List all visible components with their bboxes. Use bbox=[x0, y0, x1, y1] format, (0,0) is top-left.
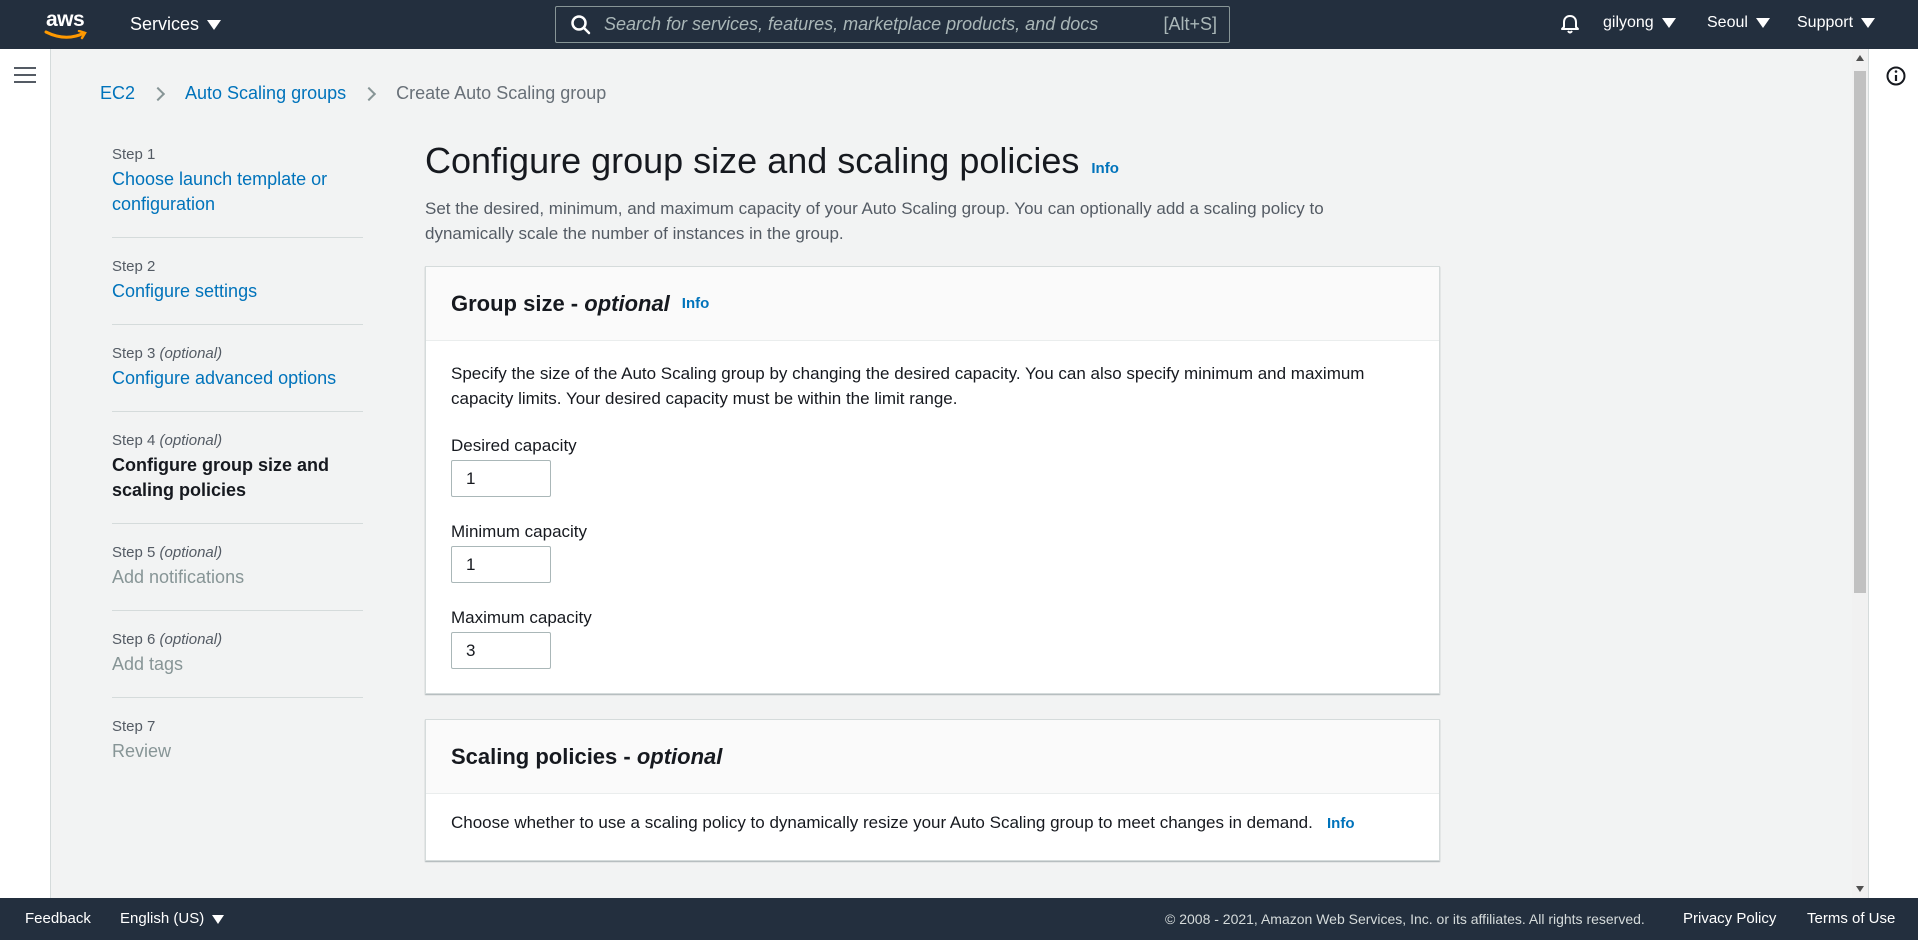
caret-down-icon bbox=[1661, 18, 1676, 28]
step-title-disabled: Review bbox=[112, 741, 172, 761]
step-number: Step 3 bbox=[112, 345, 156, 362]
user-name: gilyong bbox=[1603, 14, 1654, 31]
footer: Feedback English (US) © 2008 - 2021, Ama… bbox=[0, 898, 1918, 940]
group-size-description: Specify the size of the Auto Scaling gro… bbox=[451, 364, 1365, 408]
maximum-capacity-input[interactable] bbox=[451, 632, 551, 669]
group-size-heading: Group size - optional bbox=[451, 290, 670, 316]
step-title-active: Configure group size and scaling policie… bbox=[112, 455, 330, 500]
chevron-right-icon bbox=[362, 86, 377, 101]
language-selector[interactable]: English (US) bbox=[120, 910, 225, 927]
terms-of-use-link[interactable]: Terms of Use bbox=[1807, 910, 1895, 927]
wizard-step-7: Step 7 Review bbox=[112, 718, 363, 784]
scroll-up-icon[interactable] bbox=[1856, 55, 1864, 61]
step-optional: (optional) bbox=[159, 544, 223, 561]
scroll-down-icon[interactable] bbox=[1856, 886, 1864, 892]
support-label: Support bbox=[1797, 14, 1854, 31]
breadcrumb: EC2 Auto Scaling groups Create Auto Scal… bbox=[100, 83, 606, 104]
search-input[interactable] bbox=[604, 14, 1144, 35]
step-optional: (optional) bbox=[159, 345, 223, 362]
minimum-capacity-field: Minimum capacity bbox=[451, 522, 1414, 583]
bell-icon[interactable] bbox=[1559, 13, 1581, 35]
services-label: Services bbox=[130, 14, 200, 34]
wizard-steps: Step 1 Choose launch template or configu… bbox=[112, 146, 363, 804]
step-optional: (optional) bbox=[159, 432, 223, 449]
aws-smile-icon bbox=[44, 30, 87, 40]
scaling-policies-panel: Scaling policies - optional Choose wheth… bbox=[425, 719, 1440, 861]
desired-capacity-input[interactable] bbox=[451, 460, 551, 497]
step-number: Step 2 bbox=[112, 258, 156, 275]
scaling-policies-description: Choose whether to use a scaling policy t… bbox=[451, 813, 1355, 832]
step-title-link[interactable]: Configure advanced options bbox=[112, 366, 363, 391]
search-shortcut: [Alt+S] bbox=[1163, 14, 1217, 34]
scaling-policies-info-link[interactable]: Info bbox=[1327, 815, 1355, 832]
breadcrumb-auto-scaling-groups[interactable]: Auto Scaling groups bbox=[185, 83, 346, 104]
caret-down-icon bbox=[207, 19, 222, 30]
support-menu[interactable]: Support bbox=[1797, 14, 1876, 32]
scrollbar-thumb[interactable] bbox=[1854, 71, 1866, 593]
step-title-link[interactable]: Choose launch template or configuration bbox=[112, 167, 363, 217]
privacy-policy-link[interactable]: Privacy Policy bbox=[1683, 910, 1776, 927]
step-title-link[interactable]: Configure settings bbox=[112, 279, 363, 304]
minimum-capacity-label: Minimum capacity bbox=[451, 522, 588, 541]
breadcrumb-current: Create Auto Scaling group bbox=[396, 83, 607, 103]
wizard-step-3: Step 3 (optional) Configure advanced opt… bbox=[112, 345, 363, 412]
copyright-text: © 2008 - 2021, Amazon Web Services, Inc.… bbox=[1165, 911, 1645, 927]
page-description: Set the desired, minimum, and maximum ca… bbox=[425, 199, 1324, 243]
main-content: Configure group size and scaling policie… bbox=[425, 140, 1440, 861]
aws-logo[interactable]: aws bbox=[44, 8, 90, 42]
scrollbar[interactable] bbox=[1852, 49, 1868, 898]
step-title-disabled: Add notifications bbox=[112, 567, 245, 587]
wizard-step-2: Step 2 Configure settings bbox=[112, 258, 363, 325]
wizard-step-6: Step 6 (optional) Add tags bbox=[112, 631, 363, 698]
step-number: Step 1 bbox=[112, 146, 156, 163]
step-title-disabled: Add tags bbox=[112, 654, 184, 674]
maximum-capacity-label: Maximum capacity bbox=[451, 608, 592, 627]
feedback-link[interactable]: Feedback bbox=[25, 910, 91, 927]
desired-capacity-label: Desired capacity bbox=[451, 436, 577, 455]
step-number: Step 7 bbox=[112, 718, 156, 735]
right-rail bbox=[1868, 49, 1918, 898]
services-menu[interactable]: Services bbox=[130, 14, 222, 35]
step-number: Step 4 bbox=[112, 432, 156, 449]
search-icon bbox=[571, 14, 591, 34]
top-navigation: aws Services [Alt+S] gilyong Seoul Suppo… bbox=[0, 0, 1918, 49]
wizard-step-5: Step 5 (optional) Add notifications bbox=[112, 544, 363, 611]
wizard-step-1: Step 1 Choose launch template or configu… bbox=[112, 146, 363, 238]
breadcrumb-ec2[interactable]: EC2 bbox=[100, 83, 135, 104]
info-circle-icon[interactable] bbox=[1885, 65, 1907, 87]
hamburger-menu-icon[interactable] bbox=[14, 67, 36, 88]
search-bar[interactable]: [Alt+S] bbox=[555, 6, 1230, 43]
region-menu[interactable]: Seoul bbox=[1707, 14, 1770, 32]
step-number: Step 5 bbox=[112, 544, 156, 561]
desired-capacity-field: Desired capacity bbox=[451, 436, 1414, 497]
group-size-info-link[interactable]: Info bbox=[682, 295, 710, 312]
step-optional: (optional) bbox=[159, 631, 223, 648]
user-menu[interactable]: gilyong bbox=[1603, 14, 1676, 32]
chevron-right-icon bbox=[150, 86, 166, 101]
left-rail bbox=[0, 49, 51, 898]
scaling-policies-heading: Scaling policies - optional bbox=[451, 743, 723, 769]
step-number: Step 6 bbox=[112, 631, 156, 648]
region-name: Seoul bbox=[1707, 14, 1748, 31]
caret-down-icon bbox=[1861, 18, 1876, 28]
page-info-link[interactable]: Info bbox=[1091, 160, 1119, 177]
group-size-panel: Group size - optional Info Specify the s… bbox=[425, 266, 1440, 694]
caret-down-icon bbox=[212, 914, 225, 924]
aws-logo-text: aws bbox=[46, 8, 85, 31]
caret-down-icon bbox=[1755, 18, 1770, 28]
minimum-capacity-input[interactable] bbox=[451, 546, 551, 583]
maximum-capacity-field: Maximum capacity bbox=[451, 608, 1414, 669]
wizard-step-4: Step 4 (optional) Configure group size a… bbox=[112, 432, 363, 524]
page-title: Configure group size and scaling policie… bbox=[425, 140, 1080, 181]
